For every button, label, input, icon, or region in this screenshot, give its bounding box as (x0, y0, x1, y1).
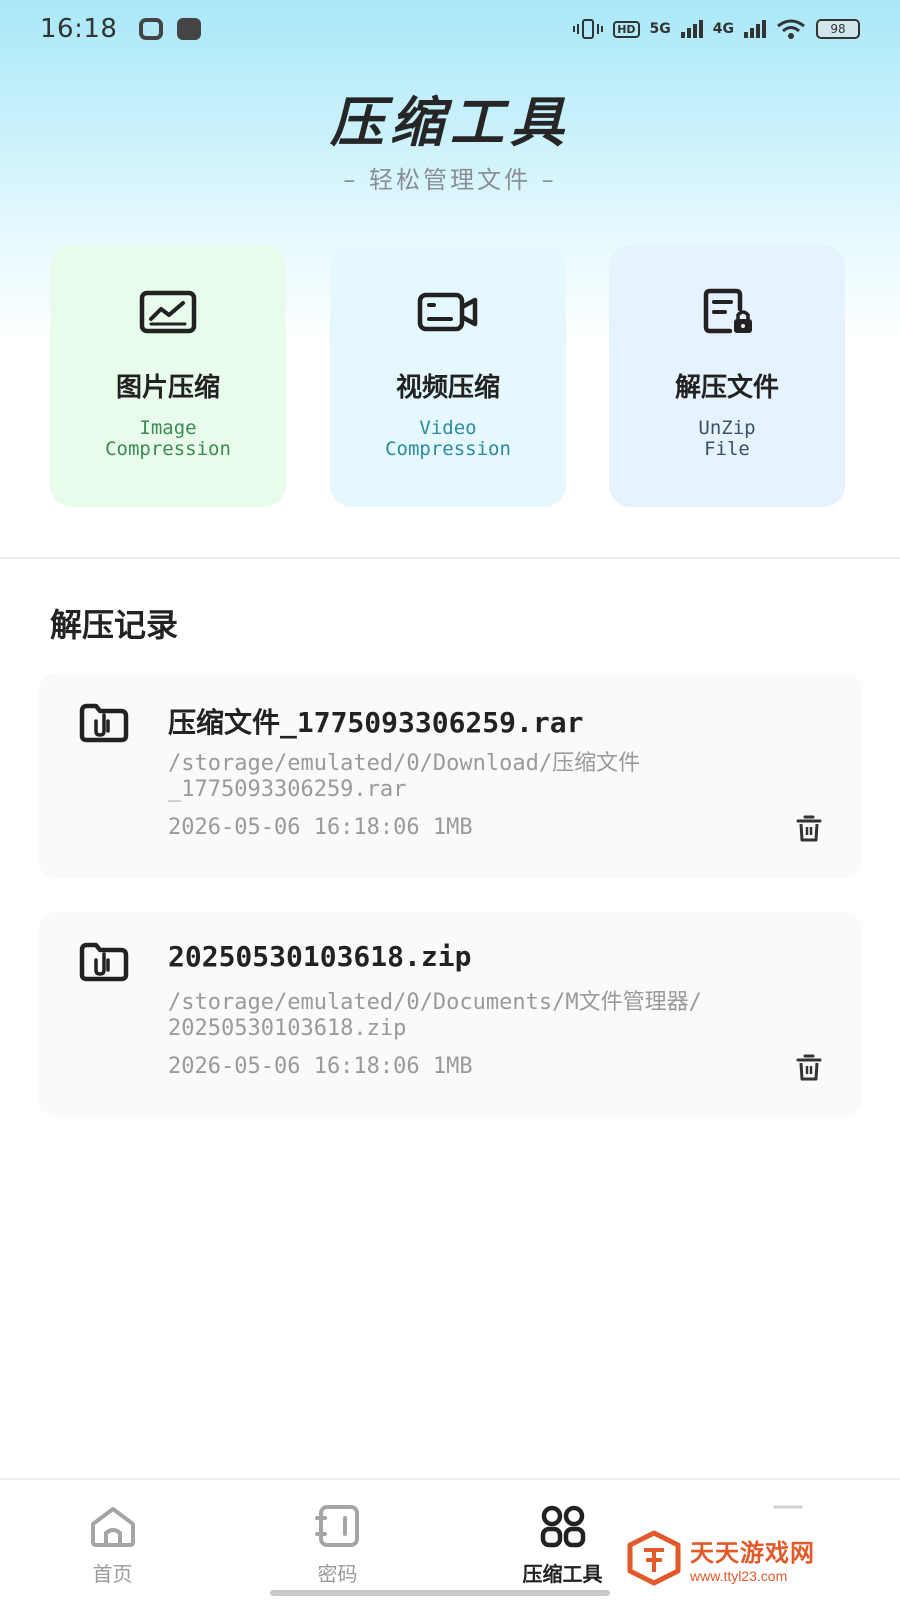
status-notification-icons (139, 18, 202, 40)
tool-name-en: Image Compression (105, 417, 231, 460)
password-icon (314, 1505, 359, 1547)
watermark-text: 天天游戏网 www.ttyl23.com (690, 1533, 815, 1584)
hd-voice-icon: HD (613, 20, 640, 38)
tab-home[interactable]: 首页 (0, 1480, 225, 1600)
delete-icon[interactable] (796, 1054, 822, 1082)
record-file-name: 20250530103618.zip (168, 940, 472, 973)
tool-name: 视频压缩 (395, 373, 500, 403)
tool-name: 解压文件 (674, 373, 779, 403)
net-4g-label: 4G (712, 21, 734, 37)
signal-5g-icon (680, 20, 703, 38)
tool-name-en: UnZip File (698, 417, 756, 460)
record-meta: 2026-05-06 16:18:06 1MB (168, 1054, 473, 1079)
tab-label: 压缩工具 (522, 1562, 603, 1586)
record-file-path: /storage/emulated/0/Documents/M文件管理器/ 20… (168, 990, 702, 1041)
unzip-file-card[interactable]: 解压文件 UnZip File (609, 245, 845, 507)
grid-icon (540, 1505, 585, 1548)
page-subtitle: – 轻松管理文件 – (343, 166, 557, 194)
vibrate-icon (573, 19, 604, 39)
video-compression-card[interactable]: 视频压缩 Video Compression (330, 245, 566, 507)
tool-name: 图片压缩 (115, 373, 220, 403)
net-5g-label: 5G (649, 21, 671, 37)
status-right-group: HD 5G 4G 98 (573, 18, 860, 40)
tab-label: 首页 (92, 1562, 133, 1586)
record-file-name: 压缩文件_1775093306259.rar (168, 706, 584, 739)
image-icon (139, 290, 197, 334)
archive-file-icon (79, 942, 129, 982)
battery-indicator: 98 (816, 19, 860, 39)
record-meta: 2026-05-06 16:18:06 1MB (168, 815, 473, 840)
history-section-title: 解压记录 (50, 606, 179, 644)
notification-app-icon (139, 18, 164, 40)
record-file-path: /storage/emulated/0/Download/压缩文件 _17750… (168, 751, 641, 802)
image-compression-card[interactable]: 图片压缩 Image Compression (50, 245, 286, 507)
wifi-icon (777, 19, 805, 39)
tool-name-en: Video Compression (385, 417, 511, 460)
tab-label: 密码 (317, 1562, 358, 1586)
site-watermark: 天天游戏网 www.ttyl23.com (626, 1527, 880, 1589)
page-title: 压缩工具 (330, 91, 570, 154)
delete-icon[interactable] (796, 815, 822, 843)
watermark-logo-icon (627, 1530, 681, 1586)
section-divider (0, 557, 900, 559)
home-icon (90, 1507, 135, 1547)
history-record[interactable]: 压缩文件_1775093306259.rar /storage/emulated… (38, 673, 862, 878)
status-time: 16:18 (40, 14, 118, 44)
status-bar: 16:18 HD 5G 4G 98 (0, 0, 900, 58)
tab-password[interactable]: 密码 (225, 1480, 450, 1600)
notification-square-icon (177, 18, 202, 40)
file-lock-icon (703, 288, 752, 334)
archive-file-icon (79, 703, 129, 743)
home-indicator (270, 1590, 610, 1596)
watermark-url: www.ttyl23.com (690, 1567, 788, 1584)
video-camera-icon (417, 292, 478, 332)
watermark-name: 天天游戏网 (690, 1538, 815, 1567)
history-record[interactable]: 20250530103618.zip /storage/emulated/0/D… (38, 912, 862, 1117)
signal-4g-icon (744, 20, 766, 38)
